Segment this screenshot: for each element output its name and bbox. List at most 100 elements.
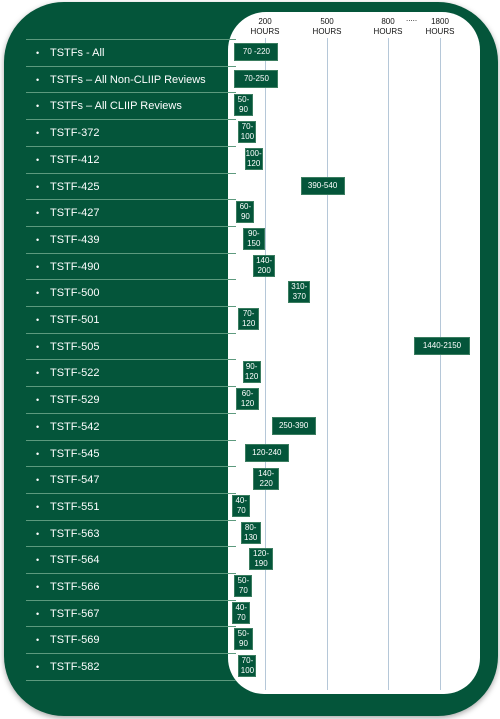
category-label-text: TSTFs – All CLIIP Reviews: [50, 100, 182, 113]
category-label: • TSTF-542: [36, 414, 100, 440]
category-label: • TSTF-551: [36, 494, 100, 520]
category-label: • TSTF-566: [36, 574, 100, 600]
category-label: • TSTF-569: [36, 627, 100, 653]
category-label: • TSTF-501: [36, 307, 100, 333]
category-label-text: TSTFs – All Non-CLIIP Reviews: [50, 73, 206, 86]
category-label-text: TSTF-582: [50, 661, 100, 674]
range-bar: 250-390: [271, 416, 316, 435]
range-bar: 120- 190: [248, 548, 274, 571]
bullet-icon: •: [36, 501, 40, 512]
category-label-text: TSTF-427: [50, 207, 100, 220]
category-label: • TSTF-412: [36, 147, 100, 173]
category-label: • TSTF-500: [36, 280, 100, 306]
range-bar: 50- 90: [234, 94, 253, 117]
range-bar: 390-540: [300, 176, 345, 195]
gridline-1800: [440, 38, 441, 690]
axis-break-label: .....: [406, 14, 418, 23]
bullet-icon: •: [36, 128, 40, 139]
category-label: • TSTF-490: [36, 254, 100, 280]
gridline-800: [388, 38, 389, 690]
bullet-icon: •: [36, 315, 40, 325]
category-label: • TSTF-529: [36, 387, 100, 413]
bullet-icon: •: [36, 555, 40, 566]
category-label-text: TSTF-563: [50, 527, 100, 540]
bullet-icon: •: [36, 288, 40, 299]
category-label-text: TSTF-542: [50, 420, 100, 433]
bullet-icon: •: [36, 154, 40, 165]
range-bar: 90- 150: [242, 227, 265, 250]
category-label: • TSTF-522: [36, 360, 100, 386]
range-bar: 310- 370: [288, 281, 311, 304]
tick-label-1800: 1800 HOURS: [425, 17, 455, 36]
category-label: • TSTF-567: [36, 601, 100, 627]
range-bar: 60- 90: [236, 201, 255, 224]
tick-label-200: 200 HOURS: [250, 17, 280, 36]
gridline-500: [327, 38, 328, 690]
bullet-icon: •: [36, 368, 40, 379]
bullet-icon: •: [36, 261, 40, 272]
category-label-text: TSTF-529: [50, 394, 100, 407]
category-label-text: TSTF-569: [50, 634, 100, 647]
range-bar: 80- 130: [240, 521, 261, 544]
range-bar: 140- 200: [252, 254, 276, 277]
range-bar: 70- 100: [238, 655, 257, 678]
category-label: • TSTF-563: [36, 521, 100, 547]
category-label: • TSTF-439: [36, 227, 100, 253]
range-bar: 140- 220: [252, 468, 280, 491]
category-label-text: TSTF-505: [50, 340, 100, 353]
category-label: • TSTF-427: [36, 200, 100, 226]
category-label: • TSTF-564: [36, 547, 100, 573]
bullet-icon: •: [36, 475, 40, 486]
range-bar: 50- 90: [234, 628, 253, 651]
bullet-icon: •: [36, 395, 40, 406]
bullet-icon: •: [36, 528, 40, 539]
row-separator: [26, 679, 236, 681]
category-label: • TSTF-547: [36, 467, 100, 493]
category-label-text: TSTF-425: [50, 180, 100, 193]
category-label: • TSTF-372: [36, 120, 100, 146]
category-label: • TSTF-425: [36, 174, 100, 200]
range-bar: 40- 70: [232, 494, 251, 517]
category-label-text: TSTF-372: [50, 127, 100, 140]
bullet-icon: •: [36, 421, 40, 432]
range-bar: 60- 120: [236, 388, 259, 411]
category-label-text: TSTF-501: [50, 314, 100, 326]
category-label-text: TSTF-564: [50, 554, 100, 567]
range-bar: 100- 120: [244, 147, 263, 170]
category-label-text: TSTF-522: [50, 367, 100, 380]
category-label: • TSTF-545: [36, 441, 100, 467]
bullet-icon: •: [36, 635, 40, 646]
range-bar: 70 -220: [234, 43, 279, 61]
bullet-icon: •: [36, 608, 40, 619]
category-label: • TSTFs – All CLIIP Reviews: [36, 93, 182, 119]
bullet-icon: •: [36, 48, 40, 58]
category-label-text: TSTF-566: [50, 581, 100, 593]
category-label-text: TSTF-412: [50, 153, 100, 166]
bullet-icon: •: [36, 234, 40, 245]
range-bar: 120-240: [244, 443, 289, 462]
range-bar: 70-250: [234, 69, 279, 88]
range-bar: 70- 100: [238, 121, 257, 144]
category-label-text: TSTF-490: [50, 260, 100, 273]
bullet-icon: •: [36, 341, 40, 352]
range-bar: 90- 120: [242, 361, 261, 384]
range-bar: 70- 120: [238, 308, 259, 330]
category-label-text: TSTFs - All: [50, 47, 105, 59]
tick-label-500: 500 HOURS: [312, 17, 342, 36]
range-bar: 40- 70: [232, 601, 251, 624]
bullet-icon: •: [36, 74, 40, 85]
bullet-icon: •: [36, 582, 40, 592]
range-bar: 50- 70: [234, 575, 253, 597]
category-label-text: TSTF-439: [50, 233, 100, 246]
bullet-icon: •: [36, 101, 40, 112]
bullet-icon: •: [36, 181, 40, 192]
category-label: • TSTFs – All Non-CLIIP Reviews: [36, 67, 206, 93]
range-bar: 1440-2150: [414, 336, 470, 355]
category-label-text: TSTF-500: [50, 287, 100, 300]
gridline-200: [265, 38, 266, 690]
bullet-icon: •: [36, 208, 40, 219]
category-label: • TSTF-505: [36, 334, 100, 360]
category-label-text: TSTF-547: [50, 474, 100, 487]
bullet-icon: •: [36, 448, 40, 459]
category-label: • TSTF-582: [36, 654, 100, 680]
